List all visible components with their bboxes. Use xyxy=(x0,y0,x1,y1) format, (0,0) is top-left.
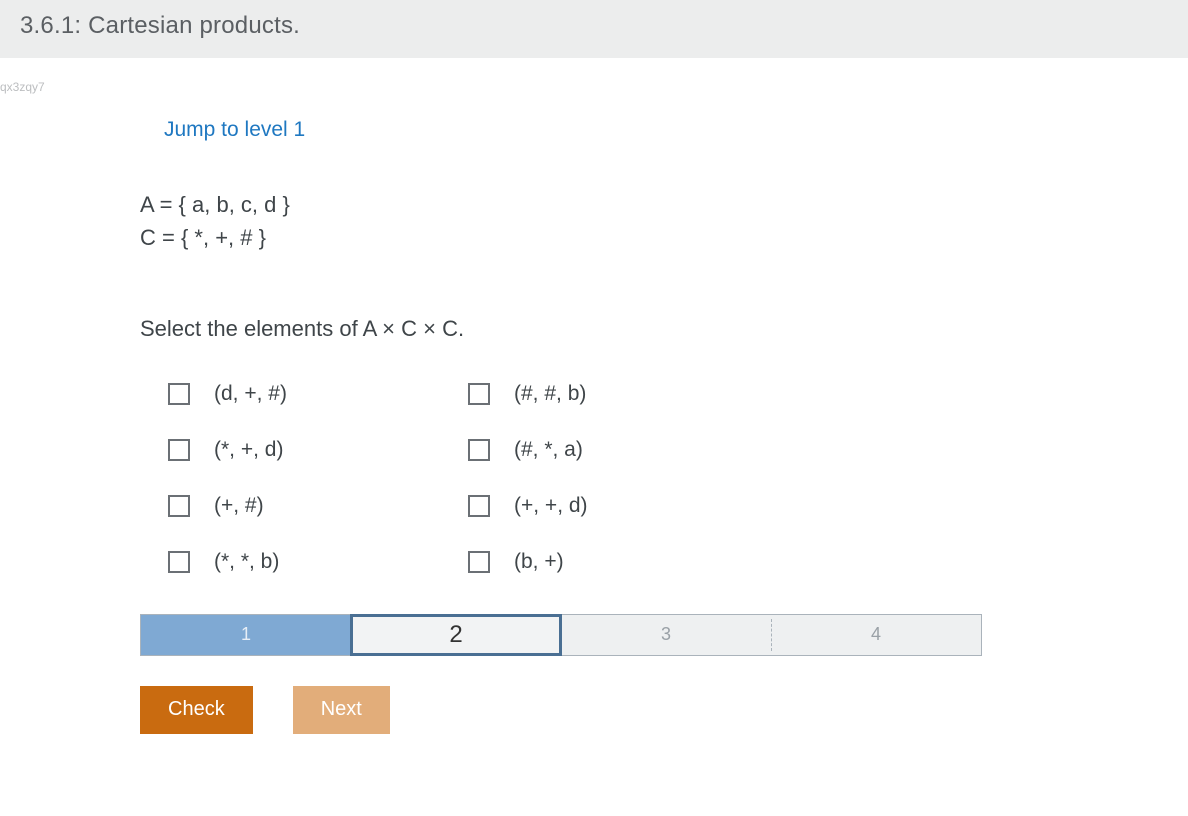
set-c-line: C = { *, +, # } xyxy=(140,223,1040,254)
option-checkbox[interactable] xyxy=(168,383,190,405)
activity-content: Jump to level 1 A = { a, b, c, d } C = {… xyxy=(0,94,1040,774)
level-step-2[interactable]: 2 xyxy=(351,615,561,655)
option-checkbox[interactable] xyxy=(168,551,190,573)
option-checkbox[interactable] xyxy=(468,551,490,573)
level-progress-bar: 1 2 3 4 xyxy=(140,614,982,656)
activity-title: 3.6.1: Cartesian products. xyxy=(20,12,300,39)
level-step-4[interactable]: 4 xyxy=(771,615,981,655)
option-item: (#, *, a) xyxy=(468,438,768,462)
option-checkbox[interactable] xyxy=(168,495,190,517)
options-grid: (d, +, #) (#, #, b) (*, +, d) (#, *, a) … xyxy=(168,382,1040,574)
activity-header: 3.6.1: Cartesian products. xyxy=(0,0,1188,58)
option-label: (*, +, d) xyxy=(214,438,283,462)
option-item: (*, *, b) xyxy=(168,550,468,574)
action-buttons: Check Next xyxy=(140,686,1040,734)
option-item: (*, +, d) xyxy=(168,438,468,462)
option-checkbox[interactable] xyxy=(468,383,490,405)
option-label: (*, *, b) xyxy=(214,550,279,574)
option-label: (d, +, #) xyxy=(214,382,287,406)
option-label: (#, *, a) xyxy=(514,438,583,462)
option-label: (#, #, b) xyxy=(514,382,586,406)
question-prompt: Select the elements of A × C × C. xyxy=(140,316,1040,342)
option-label: (b, +) xyxy=(514,550,564,574)
check-button[interactable]: Check xyxy=(140,686,253,734)
jump-to-level-link[interactable]: Jump to level 1 xyxy=(164,118,305,142)
option-checkbox[interactable] xyxy=(468,439,490,461)
option-item: (b, +) xyxy=(468,550,768,574)
option-label: (+, #) xyxy=(214,494,264,518)
next-button[interactable]: Next xyxy=(293,686,390,734)
level-step-3[interactable]: 3 xyxy=(561,615,771,655)
option-item: (+, +, d) xyxy=(468,494,768,518)
option-label: (+, +, d) xyxy=(514,494,588,518)
option-item: (+, #) xyxy=(168,494,468,518)
level-step-1[interactable]: 1 xyxy=(141,615,351,655)
watermark-code: qx3zqy7 xyxy=(0,80,1188,94)
option-checkbox[interactable] xyxy=(468,495,490,517)
set-a-line: A = { a, b, c, d } xyxy=(140,190,1040,221)
set-definitions: A = { a, b, c, d } C = { *, +, # } xyxy=(140,190,1040,254)
option-item: (#, #, b) xyxy=(468,382,768,406)
option-item: (d, +, #) xyxy=(168,382,468,406)
option-checkbox[interactable] xyxy=(168,439,190,461)
